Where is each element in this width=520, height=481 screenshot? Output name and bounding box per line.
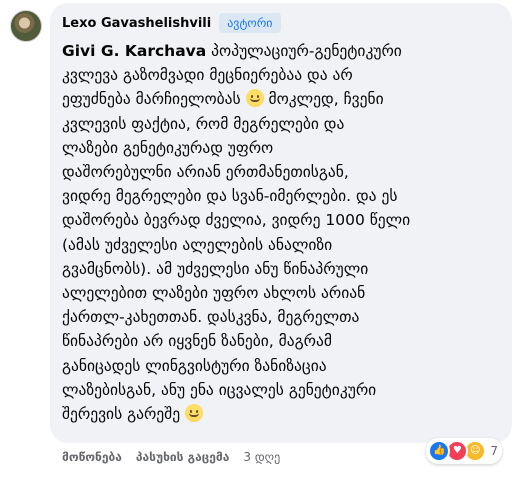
comment-line: Givi G. Karchava პოპულაციურ-გენეტიკური: [62, 42, 402, 60]
comment-actions: მოწონება პასუხის გაცემა 3 დღე: [62, 450, 280, 464]
comment-line: ალელებით ლაზები უფრო ახლოს არიან: [62, 284, 366, 303]
comment-line: კვლევა გაზომვადი მეცნიერებაა და არ: [62, 66, 353, 85]
comment-line: კვლევის ფაქტია, რომ მეგრელები და: [62, 114, 345, 133]
like-icon: 👍: [428, 440, 451, 462]
comment-line: ლაზები გენეტიკურად უფრო: [62, 138, 274, 157]
comment-line: ეფუძნება მარჩიელობას მოკლედ, ჩვენი: [62, 89, 384, 109]
like-button[interactable]: მოწონება: [62, 450, 122, 464]
comment-header: Lexo Gavashelishvili ავტორი: [62, 11, 500, 35]
comment-timestamp[interactable]: 3 დღე: [243, 450, 280, 464]
comment-line: დაშორებულნი არიან ერთმანეთისგან,: [62, 163, 349, 182]
smiling-face-emoji-icon: [185, 404, 204, 423]
comment-line: ქართლ-კახეთთან. დასკვნა, მეგრელთა: [62, 308, 360, 327]
comment-line: შერევის გარეშე: [62, 402, 500, 426]
mention-link[interactable]: Givi G. Karchava: [62, 42, 206, 60]
comment-line: წინაპრები არ იყვნენ ზანები, მაგრამ: [62, 332, 332, 351]
comment-line: (ამას უძველესი ალელების ანალიზი: [62, 235, 333, 254]
comment-line: დაშორება ბევრად ძველია, ვიდრე 1000 წელი: [62, 211, 411, 230]
reply-button[interactable]: პასუხის გაცემა: [136, 450, 229, 464]
comment-line: ლაზებისგან, ანუ ენა იცვალეს გენეტიკური: [62, 380, 377, 399]
comment-body: Givi G. Karchava პოპულაციურ-გენეტიკური კ…: [62, 39, 500, 426]
comment-line: გვამცნობს). ამ უძველესი ანუ წინაპრული: [62, 259, 369, 278]
comment-bubble: Lexo Gavashelishvili ავტორი Givi G. Karc…: [50, 3, 512, 443]
comment-line: განიცადეს ლინგვისტური ზანიზაცია: [62, 356, 327, 375]
author-name[interactable]: Lexo Gavashelishvili: [62, 16, 211, 31]
smiling-face-emoji-icon: [245, 89, 264, 108]
reaction-count: 7: [490, 444, 498, 458]
comment-line: ვიდრე მეგრელები და სვან-იმერლები. და ეს: [62, 187, 398, 206]
author-avatar[interactable]: [10, 10, 42, 42]
reactions-summary[interactable]: 👍 ♥ ☺ 7: [426, 438, 502, 464]
author-badge: ავტორი: [219, 13, 281, 33]
